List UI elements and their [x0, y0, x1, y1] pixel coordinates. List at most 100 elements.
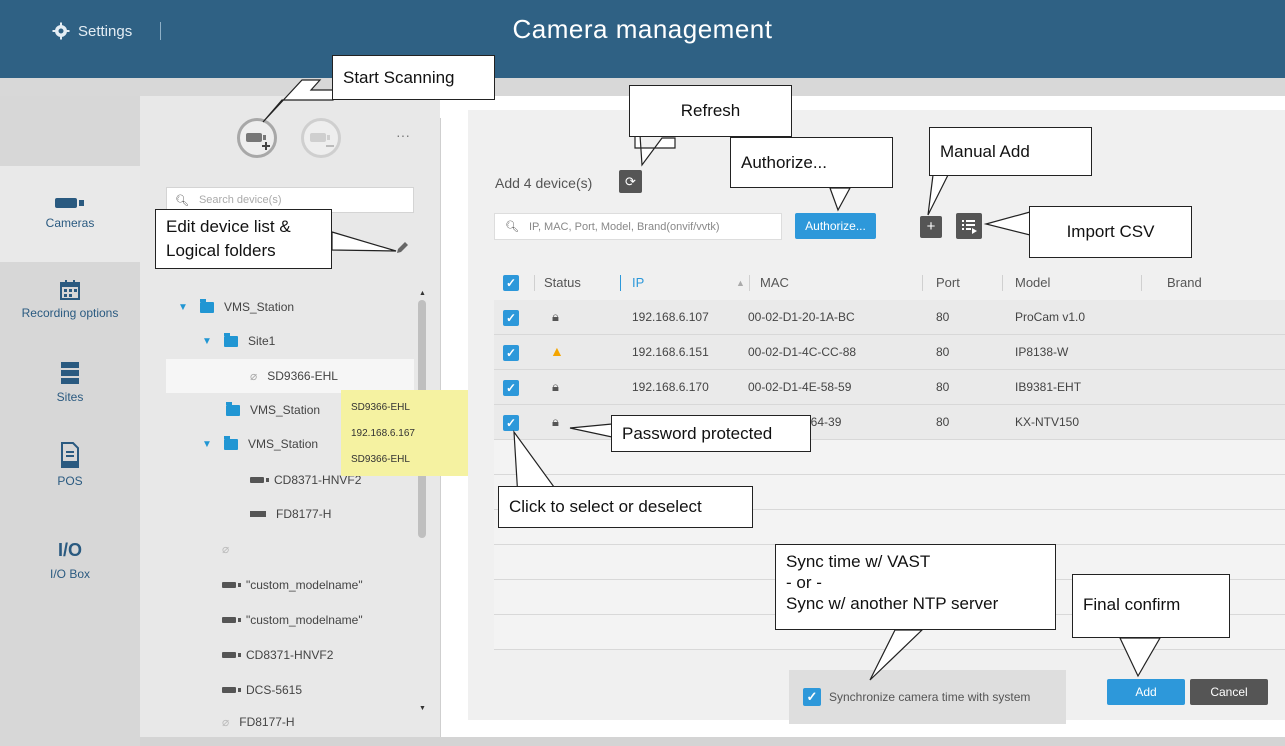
- camera-disconnected-icon: ⌀: [222, 715, 230, 729]
- column-header-ip[interactable]: IP: [632, 266, 644, 300]
- cell-ip: 192.168.6.107: [632, 310, 709, 324]
- expand-caret-icon[interactable]: ▼: [202, 439, 212, 450]
- server-icon: [61, 362, 79, 384]
- lock-icon: 🔒︎: [552, 414, 559, 429]
- tree-node-camera[interactable]: "custom_modelname": [222, 568, 363, 602]
- device-filter-input[interactable]: 🔍︎ IP, MAC, Port, Model, Brand(onvif/vvt…: [494, 213, 782, 240]
- tree-node-vms-station[interactable]: ▼ VMS_Station: [178, 290, 294, 324]
- column-divider: [534, 275, 535, 291]
- tree-node-camera[interactable]: "custom_modelname": [222, 603, 363, 637]
- scroll-up-icon[interactable]: ▲: [419, 290, 426, 297]
- column-header-port[interactable]: Port: [936, 266, 960, 300]
- search-icon: 🔍︎: [505, 221, 519, 233]
- expand-caret-icon[interactable]: ▼: [202, 336, 212, 347]
- sort-icon[interactable]: ▲: [736, 266, 745, 300]
- callout-click-select: Click to select or deselect: [498, 486, 753, 528]
- cell-model: IB9381-EHT: [1015, 380, 1082, 394]
- row-checkbox[interactable]: ✓: [503, 345, 519, 361]
- page-title: Camera management: [512, 14, 773, 44]
- folder-icon: [200, 298, 214, 313]
- more-options-button[interactable]: ···: [396, 127, 410, 143]
- table-row[interactable]: ✓ 🔒︎ 192.168.6.107 00-02-D1-20-1A-BC 80 …: [494, 300, 1285, 335]
- column-header-model[interactable]: Model: [1015, 266, 1050, 300]
- row-checkbox[interactable]: ✓: [503, 380, 519, 396]
- cell-mac: 00-02-D1-20-1A-BC: [748, 310, 855, 324]
- callout-line: Sync time w/ VAST: [786, 552, 931, 571]
- authorize-button[interactable]: Authorize...: [795, 213, 876, 239]
- cell-ip: 192.168.6.151: [632, 345, 709, 359]
- tree-node-vms-station[interactable]: VMS_Station: [226, 393, 320, 427]
- callout-authorize: Authorize...: [730, 137, 893, 188]
- nav-item-io-box[interactable]: I/O I/O Box: [0, 540, 140, 600]
- tree-node-label: SD9366-EHL: [267, 369, 338, 383]
- callout-import-csv: Import CSV: [1029, 206, 1192, 258]
- tree-node-camera[interactable]: ⌀: [222, 532, 229, 566]
- folder-icon: [224, 435, 238, 450]
- tree-node-site1[interactable]: ▼ Site1: [202, 324, 275, 358]
- cell-model: KX-NTV150: [1015, 415, 1080, 429]
- nav-item-sites[interactable]: Sites: [0, 362, 140, 422]
- cancel-button[interactable]: Cancel: [1190, 679, 1268, 705]
- cell-model: IP8138-W: [1015, 345, 1069, 359]
- import-csv-button[interactable]: [956, 213, 982, 239]
- sync-time-checkbox[interactable]: ✓: [803, 688, 821, 706]
- table-row[interactable]: ✓ ▲ 192.168.6.151 00-02-D1-4C-CC-88 80 I…: [494, 335, 1285, 370]
- calendar-icon: [60, 280, 80, 300]
- tree-node-label: FD8177-H: [239, 715, 295, 729]
- cell-mac: 00-02-D1-4E-58-59: [748, 380, 852, 394]
- folder-icon: [224, 332, 238, 347]
- tree-node-label: VMS_Station: [250, 403, 321, 417]
- tree-node-sd9366[interactable]: ⌀ SD9366-EHL: [166, 359, 414, 393]
- tree-node-label: "custom_modelname": [246, 613, 363, 627]
- row-checkbox[interactable]: ✓: [503, 415, 519, 431]
- row-checkbox[interactable]: ✓: [503, 310, 519, 326]
- nav-label-sites: Sites: [56, 390, 84, 404]
- column-divider: [749, 275, 750, 291]
- tree-node-camera[interactable]: FD8177-H: [250, 497, 331, 531]
- tree-node-camera[interactable]: CD8371-HNVF2: [222, 638, 333, 672]
- manual-add-button[interactable]: +: [920, 216, 942, 238]
- nav-item-cameras[interactable]: Cameras: [0, 166, 140, 262]
- column-header-brand[interactable]: Brand: [1167, 266, 1202, 300]
- column-header-mac[interactable]: MAC: [760, 266, 789, 300]
- nav-item-pos[interactable]: POS: [0, 442, 140, 512]
- refresh-icon: ⟳: [625, 174, 636, 189]
- column-divider: [922, 275, 923, 291]
- search-icon: 🔍︎: [175, 194, 189, 207]
- tree-node-vms-station[interactable]: ▼ VMS_Station: [202, 427, 318, 461]
- callout-password-protected: Password protected: [611, 415, 811, 452]
- cell-port: 80: [936, 380, 950, 394]
- table-row[interactable]: ✓ 🔒︎ 192.168.6.170 00-02-D1-4E-58-59 80 …: [494, 370, 1285, 405]
- callout-line: - or -: [786, 573, 822, 592]
- callout-manual-add: Manual Add: [929, 127, 1092, 176]
- camera-icon: [55, 198, 84, 208]
- expand-caret-icon[interactable]: ▼: [178, 302, 188, 313]
- tree-node-camera[interactable]: DCS-5615: [222, 673, 302, 707]
- camera-icon: [222, 582, 241, 588]
- column-divider: [620, 275, 621, 291]
- tooltip-line: SD9366-EHL: [351, 402, 410, 413]
- callout-line: Sync w/ another NTP server: [786, 594, 999, 613]
- device-filter-placeholder: IP, MAC, Port, Model, Brand(onvif/vvtk): [528, 220, 720, 233]
- remove-device-button[interactable]: [301, 118, 341, 158]
- add-button[interactable]: Add: [1107, 679, 1185, 705]
- tree-node-label: "custom_modelname": [246, 578, 363, 592]
- tree-node-camera[interactable]: ⌀ FD8177-H: [222, 705, 295, 739]
- scroll-down-icon[interactable]: ▼: [419, 705, 426, 712]
- nav-item-recording-options[interactable]: Recording options: [0, 276, 140, 346]
- select-all-checkbox[interactable]: ✓: [503, 275, 519, 291]
- device-search-placeholder: Search device(s): [198, 194, 282, 206]
- column-divider: [1002, 275, 1003, 291]
- refresh-button[interactable]: ⟳: [619, 170, 642, 193]
- edit-icon[interactable]: [394, 240, 410, 261]
- receipt-icon: [61, 442, 79, 468]
- nav-label-recording-options: Recording options: [21, 306, 119, 320]
- folder-icon: [226, 401, 240, 416]
- cell-ip: 192.168.6.170: [632, 380, 709, 394]
- column-header-status[interactable]: Status: [544, 266, 581, 300]
- callout-line: Logical folders: [166, 241, 276, 260]
- tooltip-line: SD9366-EHL: [351, 454, 410, 465]
- lock-icon: 🔒︎: [552, 309, 559, 324]
- start-scanning-button[interactable]: [237, 118, 277, 158]
- callout-final-confirm: Final confirm: [1072, 574, 1230, 638]
